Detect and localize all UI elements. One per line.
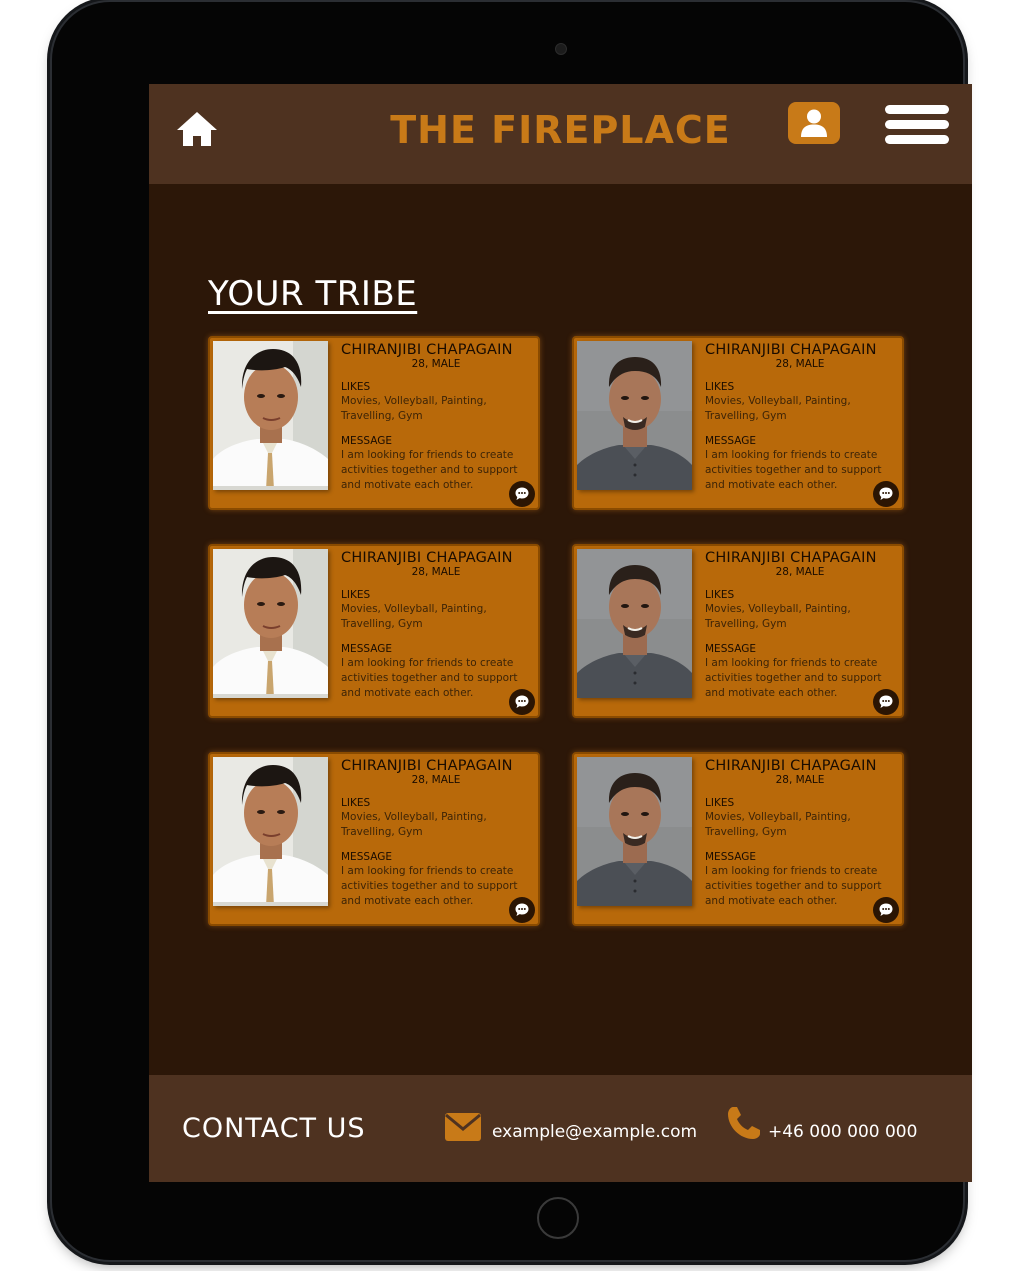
profile-photo [577, 549, 692, 698]
message-label: MESSAGE [341, 435, 392, 447]
hardware-home-button[interactable] [537, 1197, 579, 1239]
member-age-gender: 28, MALE [775, 774, 825, 786]
phone-icon[interactable] [726, 1105, 762, 1141]
member-name: CHIRANJIBI CHAPAGAIN [341, 342, 513, 358]
chat-button[interactable] [509, 481, 535, 507]
message-text: I am looking for friends to create activ… [341, 657, 518, 699]
chat-button[interactable] [509, 897, 535, 923]
hamburger-menu-icon [885, 105, 949, 114]
chat-bubble-icon [879, 487, 893, 500]
member-age-gender: 28, MALE [775, 566, 825, 578]
chat-bubble-icon [879, 695, 893, 708]
section-title: YOUR TRIBE [208, 274, 418, 314]
member-age-gender: 28, MALE [411, 358, 461, 370]
likes-label: LIKES [341, 797, 371, 809]
member-age-gender: 28, MALE [411, 774, 461, 786]
profile-photo [577, 341, 692, 490]
member-name: CHIRANJIBI CHAPAGAIN [705, 758, 877, 774]
tribe-card[interactable]: CHIRANJIBI CHAPAGAIN 28, MALE LIKES Movi… [572, 336, 904, 510]
chat-bubble-icon [515, 903, 529, 916]
likes-text: Movies, Volleyball, Painting, Travelling… [705, 395, 851, 422]
message-label: MESSAGE [705, 643, 756, 655]
profile-button[interactable] [788, 102, 840, 144]
chat-bubble-icon [515, 695, 529, 708]
likes-label: LIKES [705, 797, 735, 809]
message-label: MESSAGE [341, 643, 392, 655]
message-text: I am looking for friends to create activ… [705, 865, 882, 907]
chat-bubble-icon [515, 487, 529, 500]
app-title: THE FIREPLACE [390, 108, 731, 152]
likes-label: LIKES [705, 381, 735, 393]
chat-button[interactable] [873, 897, 899, 923]
message-text: I am looking for friends to create activ… [705, 657, 882, 699]
member-name: CHIRANJIBI CHAPAGAIN [341, 550, 513, 566]
app-footer: CONTACT US example@example.com +46 000 0… [149, 1075, 972, 1182]
tribe-card[interactable]: CHIRANJIBI CHAPAGAIN 28, MALE LIKES Movi… [208, 752, 540, 926]
tribe-card[interactable]: CHIRANJIBI CHAPAGAIN 28, MALE LIKES Movi… [208, 336, 540, 510]
member-age-gender: 28, MALE [411, 566, 461, 578]
member-name: CHIRANJIBI CHAPAGAIN [341, 758, 513, 774]
message-text: I am looking for friends to create activ… [705, 449, 882, 491]
profile-photo [213, 549, 328, 698]
message-label: MESSAGE [705, 435, 756, 447]
envelope-icon[interactable] [444, 1112, 482, 1142]
menu-button[interactable] [885, 105, 949, 145]
app-header: THE FIREPLACE [149, 84, 972, 184]
chat-button[interactable] [509, 689, 535, 715]
hamburger-menu-icon [885, 120, 949, 129]
app-screen: THE FIREPLACE YOUR TRIBE CHIRANJIBI CHAP… [149, 84, 972, 1182]
likes-text: Movies, Volleyball, Painting, Travelling… [705, 603, 851, 630]
user-icon [801, 109, 827, 137]
tribe-card[interactable]: CHIRANJIBI CHAPAGAIN 28, MALE LIKES Movi… [572, 544, 904, 718]
tribe-card[interactable]: CHIRANJIBI CHAPAGAIN 28, MALE LIKES Movi… [572, 752, 904, 926]
message-label: MESSAGE [341, 851, 392, 863]
chat-button[interactable] [873, 689, 899, 715]
tablet-frame: THE FIREPLACE YOUR TRIBE CHIRANJIBI CHAP… [52, 2, 972, 1260]
member-age-gender: 28, MALE [775, 358, 825, 370]
tribe-card[interactable]: CHIRANJIBI CHAPAGAIN 28, MALE LIKES Movi… [208, 544, 540, 718]
member-name: CHIRANJIBI CHAPAGAIN [705, 342, 877, 358]
likes-text: Movies, Volleyball, Painting, Travelling… [341, 603, 487, 630]
contact-title: CONTACT US [182, 1113, 366, 1144]
likes-text: Movies, Volleyball, Painting, Travelling… [341, 395, 487, 422]
profile-photo [213, 757, 328, 906]
likes-label: LIKES [341, 381, 371, 393]
contact-phone[interactable]: +46 000 000 000 [768, 1122, 917, 1142]
likes-label: LIKES [705, 589, 735, 601]
hamburger-menu-icon [885, 135, 949, 144]
message-label: MESSAGE [705, 851, 756, 863]
profile-photo [213, 341, 328, 490]
profile-photo [577, 757, 692, 906]
chat-bubble-icon [879, 903, 893, 916]
message-text: I am looking for friends to create activ… [341, 449, 518, 491]
chat-button[interactable] [873, 481, 899, 507]
front-camera [555, 43, 567, 55]
message-text: I am looking for friends to create activ… [341, 865, 518, 907]
contact-email[interactable]: example@example.com [492, 1122, 697, 1142]
likes-text: Movies, Volleyball, Painting, Travelling… [705, 811, 851, 838]
likes-label: LIKES [341, 589, 371, 601]
member-name: CHIRANJIBI CHAPAGAIN [705, 550, 877, 566]
likes-text: Movies, Volleyball, Painting, Travelling… [341, 811, 487, 838]
